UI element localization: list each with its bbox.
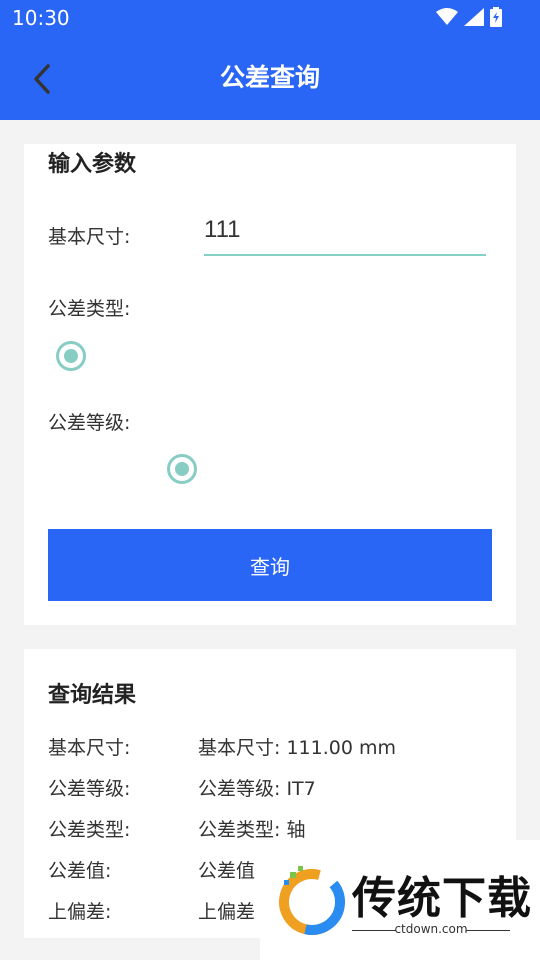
watermark-logo-icon (279, 866, 346, 935)
signal-icon (464, 8, 484, 26)
watermark-line-right (466, 930, 510, 931)
basic-size-input[interactable] (204, 216, 486, 244)
result-value-basic-size: 基本尺寸: 111.00 mm (198, 737, 396, 759)
result-value-type: 公差类型: 轴 (198, 819, 306, 841)
app-bar: 10:30 公差查询 (0, 0, 540, 120)
tolerance-grade-label: 公差等级: (48, 412, 131, 434)
input-card: 输入参数 基本尺寸: 公差类型: 公差等级: 查询 (24, 144, 516, 625)
watermark-text: 传统下载 (352, 873, 532, 924)
result-label-type: 公差类型: (48, 819, 131, 841)
result-label-basic-size: 基本尺寸: (48, 737, 131, 759)
input-card-title: 输入参数 (48, 152, 137, 177)
result-value-grade: 公差等级: IT7 (198, 778, 316, 800)
result-label-tolerance-value: 公差值: (48, 860, 112, 882)
battery-icon (490, 7, 502, 27)
result-label-upper-deviation: 上偏差: (48, 901, 112, 923)
tolerance-type-label: 公差类型: (48, 298, 131, 320)
query-button[interactable]: 查询 (48, 529, 492, 601)
wifi-icon (436, 8, 458, 25)
watermark-sub: ctdown.com (394, 922, 468, 936)
basic-size-underline (204, 254, 486, 256)
status-time: 10:30 (12, 6, 70, 30)
result-value-upper-deviation: 上偏差 (198, 901, 256, 923)
basic-size-label: 基本尺寸: (48, 226, 131, 248)
result-value-tolerance-value: 公差值 (198, 860, 256, 882)
tolerance-type-radio[interactable] (56, 341, 86, 371)
page-title: 公差查询 (219, 63, 320, 92)
watermark: 传统下载 ctdown.com (260, 840, 540, 960)
tolerance-grade-radio[interactable] (167, 454, 197, 484)
result-card-title: 查询结果 (48, 683, 137, 708)
status-icons (436, 7, 502, 27)
result-label-grade: 公差等级: (48, 778, 131, 800)
